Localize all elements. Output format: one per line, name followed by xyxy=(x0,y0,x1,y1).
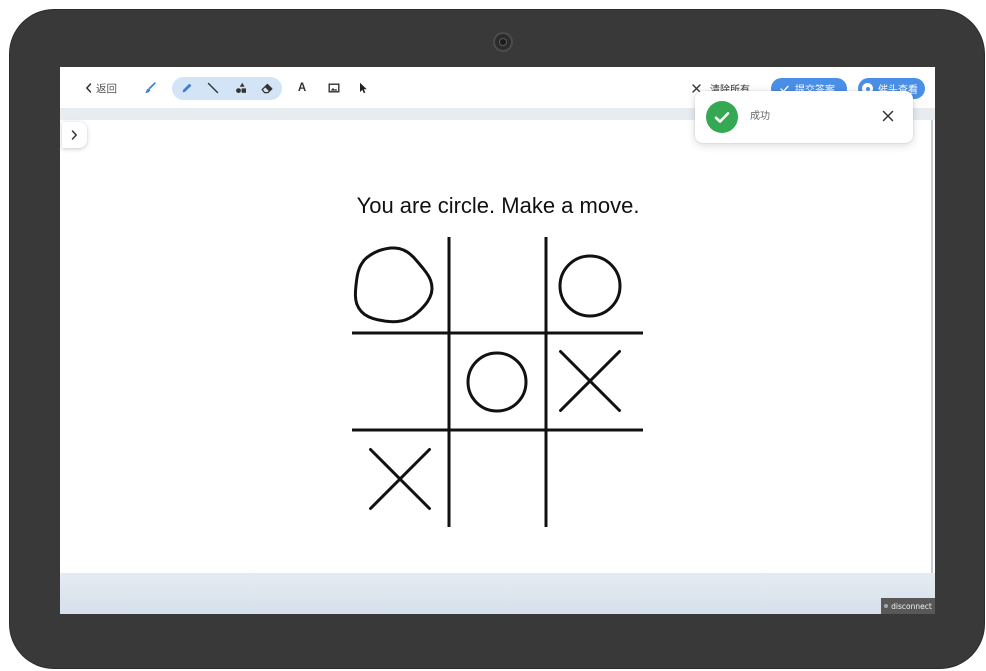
status-dot-icon xyxy=(884,604,889,608)
toast-message: 成功 xyxy=(750,111,770,122)
chevron-left-icon xyxy=(86,83,92,93)
pencil-icon xyxy=(182,83,192,93)
line-icon xyxy=(207,82,219,94)
canvas-footer xyxy=(60,573,935,614)
cursor-tool-button[interactable] xyxy=(356,81,370,95)
camera-lens xyxy=(500,39,506,45)
tic-tac-toe-board xyxy=(352,237,643,527)
board-cells xyxy=(352,237,643,527)
board-cell-r3-c1[interactable] xyxy=(352,430,449,527)
cursor-icon xyxy=(360,82,367,94)
close-icon[interactable] xyxy=(882,110,894,122)
board-cell-r2-c1[interactable] xyxy=(352,333,449,430)
back-label: 返回 xyxy=(96,82,117,95)
game-prompt: You are circle. Make a move. xyxy=(356,193,640,218)
board-cell-r1-c3[interactable] xyxy=(546,237,643,334)
check-circle-icon xyxy=(706,101,738,133)
pencil-tool-button[interactable] xyxy=(180,81,194,95)
image-tool-button[interactable] xyxy=(327,81,341,95)
app-screen: 返回 A 清除所有 You are circle. Make a move. d… xyxy=(60,67,935,614)
eraser-icon xyxy=(261,83,273,94)
shapes-icon xyxy=(236,82,246,93)
text-tool-icon: A xyxy=(297,82,307,94)
text-tool-button[interactable]: A xyxy=(295,81,309,95)
connection-status-badge[interactable]: disconnect xyxy=(881,598,935,614)
board-cell-r3-c2[interactable] xyxy=(449,430,546,527)
eraser-tool-button[interactable] xyxy=(260,81,274,95)
board-cell-r2-c3[interactable] xyxy=(546,333,643,430)
brush-icon xyxy=(145,82,156,93)
board-cell-r1-c1[interactable] xyxy=(352,237,449,334)
side-panel-toggle[interactable] xyxy=(62,122,87,148)
line-tool-button[interactable] xyxy=(206,81,220,95)
camera-icon xyxy=(493,32,513,52)
chevron-right-icon xyxy=(71,130,77,140)
check-icon xyxy=(714,111,730,123)
board-cell-r2-c2[interactable] xyxy=(449,333,546,430)
back-button[interactable]: 返回 xyxy=(85,80,117,96)
brush-tool-button[interactable] xyxy=(143,81,157,95)
shapes-tool-button[interactable] xyxy=(234,81,248,95)
image-icon xyxy=(328,83,340,93)
success-toast: 成功 xyxy=(695,91,913,143)
connection-status-label: disconnect xyxy=(891,601,932,611)
board-cell-r3-c3[interactable] xyxy=(546,430,643,527)
board-cell-r1-c2[interactable] xyxy=(449,237,546,334)
